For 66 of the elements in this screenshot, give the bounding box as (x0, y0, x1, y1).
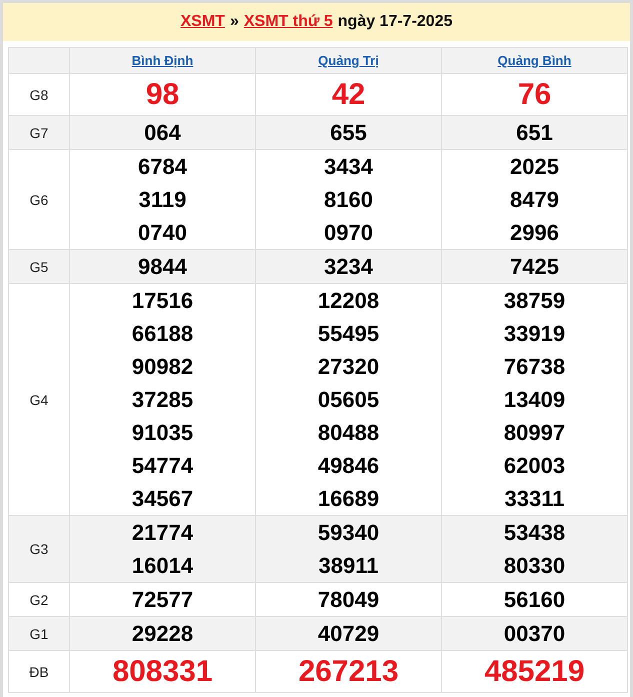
prize-number: 98 (144, 77, 180, 113)
prize-number: 8479 (509, 186, 560, 214)
prize-number: 66188 (130, 320, 194, 348)
xsmt-link[interactable]: XSMT (180, 13, 225, 31)
prize-number: 0970 (323, 219, 374, 247)
prize-number: 33311 (504, 485, 566, 513)
prize-number: 76738 (502, 353, 566, 381)
prize-number: 76 (516, 77, 552, 113)
prize-number: 655 (329, 119, 368, 147)
prize-number: 485219 (483, 654, 586, 690)
prize-number: 16689 (316, 485, 380, 513)
prize-number: 49846 (316, 452, 380, 480)
xsmt-day-link[interactable]: XSMT thứ 5 (244, 13, 333, 31)
prize-number: 55495 (316, 320, 380, 348)
prize-number: 6784 (137, 153, 188, 181)
prize-label: G5 (8, 250, 70, 284)
prize-number: 3434 (323, 153, 374, 181)
prize-number: 13409 (502, 386, 566, 414)
prize-number: 37285 (130, 386, 194, 414)
prize-number: 62003 (502, 452, 566, 480)
prize-number: 40729 (316, 620, 380, 648)
prize-number: 0740 (137, 219, 188, 247)
prize-number: 7425 (509, 253, 560, 281)
prize-number: 12208 (316, 287, 380, 315)
prize-number: 53438 (502, 519, 566, 547)
prize-number: 808331 (111, 654, 214, 690)
prize-number: 651 (515, 119, 554, 147)
prize-number: 16014 (130, 552, 194, 580)
prize-number: 91035 (130, 419, 194, 447)
province-link[interactable]: Bình Định (132, 52, 194, 68)
prize-number: 21774 (130, 519, 194, 547)
prize-number: 27320 (316, 353, 380, 381)
prize-number: 3119 (138, 186, 188, 214)
prize-number: 2996 (509, 219, 560, 247)
prize-number: 3234 (323, 253, 374, 281)
prize-number: 9844 (137, 253, 188, 281)
prize-label: G4 (8, 284, 70, 516)
prize-number: 90982 (130, 353, 194, 381)
prize-number: 8160 (323, 186, 374, 214)
prize-number: 78049 (316, 586, 380, 614)
prize-number: 54774 (130, 452, 194, 480)
prize-number: 064 (143, 119, 182, 147)
province-link[interactable]: Quảng Trị (318, 52, 379, 68)
prize-number: 56160 (502, 586, 566, 614)
prize-label: G1 (8, 616, 70, 650)
prize-number: 267213 (297, 654, 400, 690)
prize-number: 72577 (130, 586, 194, 614)
breadcrumb-separator: » (230, 13, 239, 31)
prize-number: 2025 (509, 153, 560, 181)
date-text: ngày 17-7-2025 (338, 13, 452, 31)
prize-number: 29228 (130, 620, 194, 648)
prize-label: G3 (8, 516, 70, 582)
prize-number: 80488 (316, 419, 380, 447)
prize-label: ĐB (8, 650, 70, 692)
prize-number: 80997 (502, 419, 566, 447)
prize-number: 05605 (316, 386, 380, 414)
prize-number: 33919 (502, 320, 566, 348)
prize-number: 38911 (318, 552, 380, 580)
prize-number: 38759 (502, 287, 566, 315)
prize-number: 42 (330, 77, 366, 113)
prize-number: 34567 (130, 485, 194, 513)
prize-number: 80330 (502, 552, 566, 580)
prize-label: G7 (8, 116, 70, 150)
prize-number: 59340 (316, 519, 380, 547)
prize-number: 00370 (502, 620, 566, 648)
prize-number: 17516 (130, 287, 194, 315)
